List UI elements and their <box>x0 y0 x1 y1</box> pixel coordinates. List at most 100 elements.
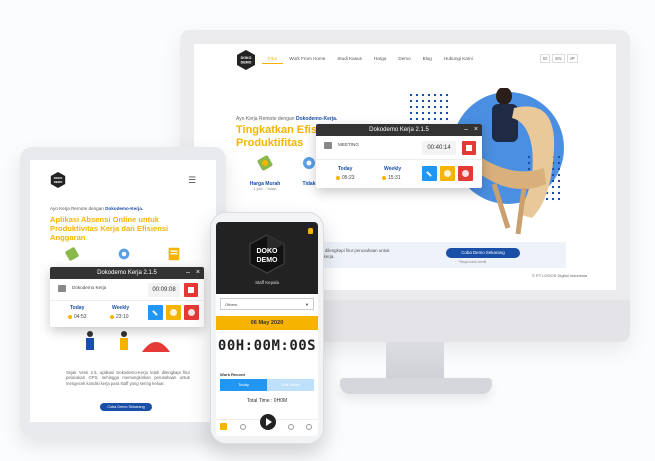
nav-fitur[interactable]: Fitur <box>262 54 284 64</box>
chevron-down-icon: ▼ <box>305 302 309 307</box>
widget-timer: 00:09:08 <box>148 283 180 297</box>
widget-titlebar: Dokodemo Kerja 2.1.5 – × <box>316 124 482 136</box>
profile-icon[interactable] <box>306 424 312 430</box>
task-select[interactable]: Others ▼ <box>220 298 314 310</box>
stop-icon <box>466 145 472 151</box>
today-label: Today <box>338 166 353 172</box>
feature-harga-murah: Harga Murah 1 juta - / bulan <box>242 154 288 191</box>
monitor-stand-neck <box>386 342 444 382</box>
document-icon <box>168 247 180 261</box>
dot-pattern-decoration <box>408 92 448 128</box>
minimize-button[interactable]: – <box>464 124 468 136</box>
nav-studi-kasus[interactable]: Studi Kasus <box>331 54 368 64</box>
dokodemo-logo-icon[interactable]: DOKO DEMO <box>236 50 256 70</box>
expand-button[interactable] <box>148 305 163 320</box>
widget-task-row: MEETING 00:40:14 <box>316 136 482 160</box>
today-label: Today <box>70 305 85 311</box>
tab-today[interactable]: Today <box>220 379 267 391</box>
team-illustration <box>86 331 170 352</box>
logout-button[interactable] <box>458 166 473 181</box>
desktop-cta-button[interactable]: Coba Demo Sekarang <box>446 248 520 258</box>
work-record-tabs: Today This Week <box>220 379 314 391</box>
desktop-pre-heading: Ayo Kerja Remote dengan Dokodemo-Kerja. <box>236 116 338 122</box>
briefcase-icon <box>58 285 66 292</box>
sun-icon <box>444 170 451 177</box>
widget-timer: 00:40:14 <box>422 141 456 155</box>
dokodemo-logo-icon: DOKO DEMO <box>249 234 285 274</box>
tablet-cta-button[interactable]: Coba Demo Sekarang <box>100 403 152 411</box>
close-button[interactable]: × <box>196 267 200 279</box>
stop-button[interactable] <box>184 283 198 297</box>
language-switcher: ID EN JP <box>540 54 578 63</box>
tablet-heading: Aplikasi Absensi Online untuk Produktivi… <box>50 215 169 242</box>
tablet-pre-heading: Ayo Kerja Remote dengan Dokodemo-Kerja. <box>50 206 144 211</box>
gear-icon <box>118 248 130 260</box>
lang-id[interactable]: ID <box>540 54 551 63</box>
stop-button[interactable] <box>462 141 476 155</box>
home-icon[interactable] <box>220 423 227 430</box>
bell-icon[interactable] <box>308 228 313 234</box>
tablet-body-text: Sejak Versi 2.5, aplikasi Dokodemo-Kerja… <box>66 370 190 386</box>
logout-button[interactable] <box>184 305 199 320</box>
logo-text-top: DOKO <box>257 248 279 255</box>
weekly-value: 15:31 <box>382 175 401 181</box>
work-record-label: Work Record <box>220 372 245 377</box>
stop-icon <box>188 287 194 293</box>
break-button[interactable] <box>166 305 181 320</box>
widget-titlebar: Dokodemo Kerja 2.1.5 – × <box>50 267 204 279</box>
widget-task-row: Dokodemo Kerja 00:09:08 <box>50 279 204 301</box>
svg-text:DOKO: DOKO <box>241 56 252 60</box>
expand-icon <box>426 171 432 177</box>
widget-task-name[interactable]: MEETING <box>338 142 359 147</box>
svg-text:DEMO: DEMO <box>241 61 252 65</box>
exit-icon <box>188 309 195 316</box>
desktop-nav: Fitur Work From Home Studi Kasus Harga D… <box>262 54 479 64</box>
play-button[interactable] <box>260 414 276 430</box>
play-icon <box>266 418 272 426</box>
lang-en[interactable]: EN <box>552 54 565 63</box>
weekly-label: Weekly <box>112 305 130 311</box>
phone-app: DOKO DEMO Staff Kepala Others ▼ 06 May 2… <box>216 222 318 436</box>
today-value: 04:53 <box>68 314 87 320</box>
today-value: 05:23 <box>336 175 355 181</box>
nav-work-from-home[interactable]: Work From Home <box>283 54 331 64</box>
phone-bottom-nav <box>216 414 318 436</box>
nav-demo[interactable]: Demo <box>392 54 416 64</box>
product-mockup-scene: DOKO DEMO Fitur Work From Home Studi Kas… <box>0 0 655 461</box>
chair-person-illustration <box>480 88 555 235</box>
price-tag-icon <box>65 247 79 261</box>
date-banner: 06 May 2020 <box>216 316 318 330</box>
total-time: Total Time : 0H0M <box>246 398 288 404</box>
work-clock: 00H:00M:00S <box>217 338 317 354</box>
tablet-app-widget: Dokodemo Kerja 2.1.5 – × Dokodemo Kerja … <box>50 267 204 327</box>
hamburger-icon[interactable]: ☰ <box>188 175 196 186</box>
widget-task-name[interactable]: Dokodemo Kerja <box>72 285 106 290</box>
expand-button[interactable] <box>422 166 437 181</box>
price-tag-icon <box>257 155 273 171</box>
nav-hubungi-kami[interactable]: Hubungi Kami <box>438 54 479 64</box>
sun-icon <box>170 309 177 316</box>
lang-jp[interactable]: JP <box>566 54 578 63</box>
break-button[interactable] <box>440 166 455 181</box>
weekly-label: Weekly <box>384 166 402 172</box>
nav-blog[interactable]: Blog <box>417 54 438 64</box>
dokodemo-logo-icon[interactable]: DOKO DEMO <box>50 172 66 188</box>
desktop-copyright: © PT LOGOS Digital Indonesia <box>532 273 588 278</box>
tab-this-week[interactable]: This Week <box>267 379 314 391</box>
nav-harga[interactable]: Harga <box>368 54 393 64</box>
weekly-value: 23:10 <box>110 314 129 320</box>
svg-text:DEMO: DEMO <box>54 180 63 184</box>
phone-header: DOKO DEMO Staff Kepala <box>216 222 318 294</box>
close-button[interactable]: × <box>474 124 478 136</box>
desktop-cta-note: *Tanpa kartu kredit <box>458 260 487 264</box>
location-icon[interactable] <box>240 424 246 430</box>
settings-icon[interactable] <box>288 424 294 430</box>
staff-label: Staff Kepala <box>255 280 279 285</box>
logo-text-bottom: DEMO <box>257 257 279 264</box>
monitor-stand-base <box>340 378 492 394</box>
expand-icon <box>152 310 158 316</box>
briefcase-icon <box>324 142 332 149</box>
exit-icon <box>462 170 469 177</box>
minimize-button[interactable]: – <box>186 267 190 279</box>
desktop-app-widget: Dokodemo Kerja 2.1.5 – × MEETING 00:40:1… <box>316 124 482 188</box>
